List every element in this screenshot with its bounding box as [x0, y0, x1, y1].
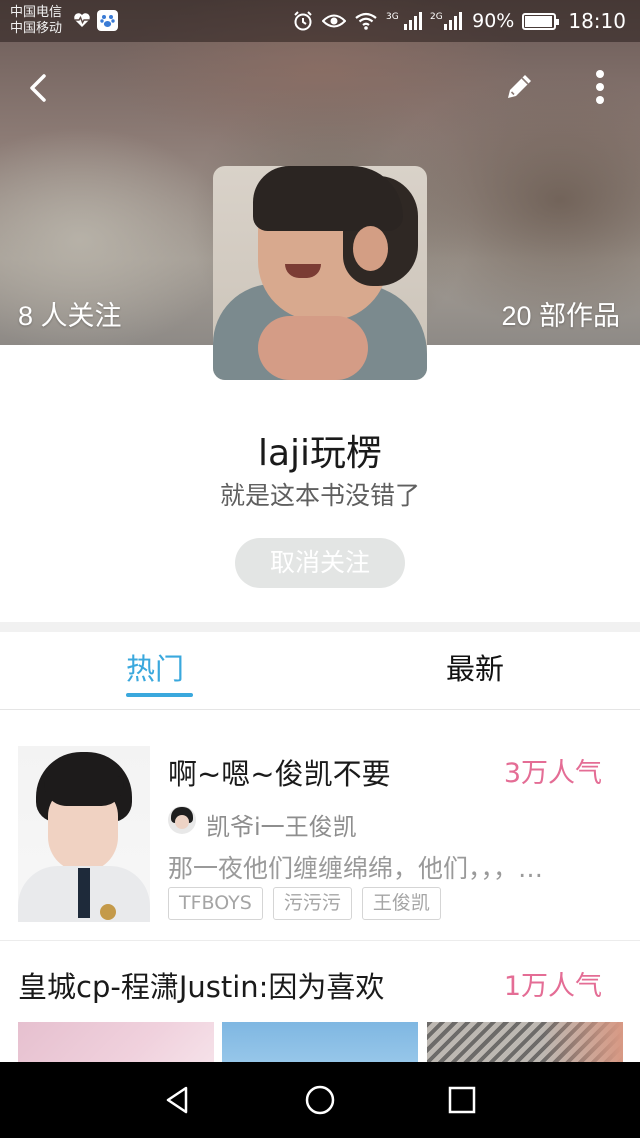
clock: 18:10	[568, 9, 626, 33]
nav-recents-icon[interactable]	[444, 1082, 480, 1118]
system-navigation-bar	[0, 1062, 640, 1138]
wifi-icon	[355, 12, 377, 30]
status-bar: 中国电信 中国移动 3G 2G 90% 18:10	[0, 0, 640, 42]
story-tag[interactable]: 污污污	[272, 887, 352, 920]
profile-screen: 中国电信 中国移动 3G 2G 90% 18:10 8 人关注 20 部作品 l…	[0, 0, 640, 1138]
follow-count[interactable]: 8 人关注	[18, 294, 122, 333]
signal-icon: 3G	[386, 12, 423, 30]
nav-back-icon[interactable]	[160, 1082, 196, 1118]
story-tag[interactable]: TFBOYS	[168, 887, 263, 920]
story-author[interactable]: 凯爷i一王俊凯	[206, 807, 357, 842]
avatar[interactable]	[213, 166, 427, 380]
signal-2-icon: 2G	[430, 12, 463, 30]
unfollow-button[interactable]: 取消关注	[235, 538, 405, 588]
paw-app-icon	[97, 10, 118, 31]
alarm-icon	[294, 11, 312, 31]
tab-latest[interactable]: 最新	[446, 646, 504, 688]
story-title[interactable]: 啊~嗯~俊凯不要	[168, 751, 391, 793]
battery-percent: 90%	[472, 10, 515, 32]
cover-tie	[78, 868, 90, 918]
story-popularity: 1万人气	[503, 971, 602, 1002]
story-popularity: 3万人气	[503, 758, 602, 789]
carrier-2: 中国移动	[10, 21, 63, 36]
carrier-labels: 中国电信 中国移动	[10, 5, 62, 37]
heart-rate-icon	[74, 13, 90, 27]
story-cover[interactable]	[18, 746, 150, 922]
profile-name: laji玩楞	[257, 433, 383, 474]
battery-icon	[522, 12, 560, 30]
section-divider	[0, 622, 640, 632]
nav-home-icon[interactable]	[302, 1082, 338, 1118]
network-1-label: 3G	[386, 12, 399, 22]
cover-badge	[100, 904, 116, 920]
status-right-icons: 3G 2G 90% 18:10	[292, 8, 626, 34]
edit-icon[interactable]	[500, 68, 538, 106]
carrier-1: 中国电信	[10, 5, 63, 20]
story-card[interactable]: 啊~嗯~俊凯不要 3万人气 凯爷i一王俊凯 那一夜他们缠缠绵绵，他们，，，… T…	[0, 711, 640, 941]
cover-bangs	[44, 776, 124, 806]
story-title[interactable]: 皇城cp-程潇Justin:因为喜欢	[18, 964, 384, 1006]
profile-bio: 就是这本书没错了	[219, 481, 420, 510]
story-tags: TFBOYS 污污污 王俊凯	[168, 887, 441, 920]
network-2-label: 2G	[430, 12, 443, 22]
avatar-hair	[253, 166, 403, 231]
tab-bar: 热门 最新	[0, 632, 640, 710]
avatar-hands	[258, 316, 368, 380]
more-icon[interactable]	[584, 66, 616, 108]
battery-fill	[525, 15, 552, 27]
story-excerpt: 那一夜他们缠缠绵绵，他们，，，…	[168, 854, 544, 883]
tab-hot[interactable]: 热门	[126, 646, 184, 688]
back-icon[interactable]	[20, 66, 56, 110]
author-avatar[interactable]	[168, 806, 196, 834]
eye-icon	[322, 14, 347, 28]
avatar-ear	[353, 226, 388, 271]
works-count[interactable]: 20 部作品	[501, 294, 620, 333]
active-tab-indicator	[126, 693, 193, 697]
story-tag[interactable]: 王俊凯	[361, 887, 441, 920]
